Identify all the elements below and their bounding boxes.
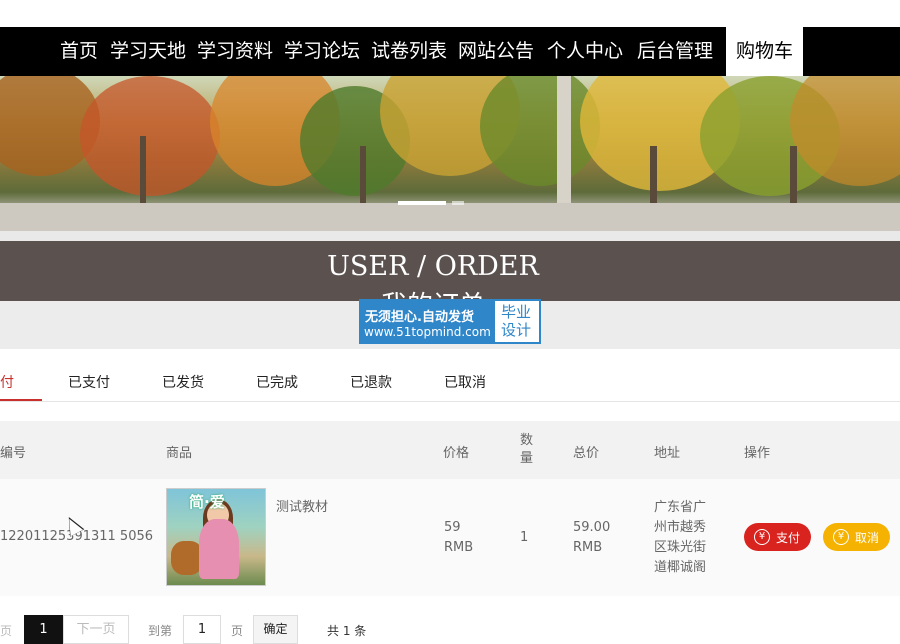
- header-total: 总价: [573, 446, 600, 461]
- header-price: 价格: [443, 446, 470, 461]
- prev-page-link[interactable]: 页: [0, 622, 12, 639]
- tab-refunded[interactable]: 已退款: [350, 372, 392, 392]
- carousel-indicator[interactable]: [452, 201, 464, 205]
- tab-paid[interactable]: 已支付: [68, 372, 110, 392]
- book-cover-figure: [199, 519, 239, 579]
- nav-item-exam-list[interactable]: 试卷列表: [371, 27, 447, 76]
- page-title-band: USER / ORDER 我的订单: [0, 241, 900, 301]
- watermark-badge: 无须担心.自动发货 www.51topmind.com 毕业设计: [359, 299, 541, 344]
- nav-item-admin[interactable]: 后台管理: [637, 27, 713, 76]
- address-line: 区珠光街: [654, 540, 707, 555]
- nav-item-user-center[interactable]: 个人中心: [547, 27, 623, 76]
- nav-item-home[interactable]: 首页: [60, 27, 98, 76]
- nav-item-forum[interactable]: 学习论坛: [284, 27, 360, 76]
- goto-page-input[interactable]: 1: [183, 615, 221, 644]
- header-qty: 数量: [520, 433, 534, 466]
- nav-item-study-materials[interactable]: 学习资料: [197, 27, 273, 76]
- tab-completed[interactable]: 已完成: [256, 372, 298, 392]
- tab-active-underline: [0, 399, 42, 401]
- address-line: 州市越秀: [654, 520, 707, 535]
- order-table-header: 编号 商品 价格 数量 总价 地址 操作: [0, 421, 900, 479]
- total-count: 共 1 条: [327, 624, 367, 638]
- nav-item-cart[interactable]: 购物车: [726, 27, 804, 76]
- page-number-current[interactable]: 1: [24, 615, 63, 644]
- product-image[interactable]: 简·爱: [166, 488, 266, 586]
- top-nav: 首页 学习天地 学习资料 学习论坛 试卷列表 网站公告 个人中心 后台管理 购物…: [0, 27, 900, 76]
- next-page-link[interactable]: 下一页: [63, 615, 129, 644]
- yen-icon: ¥: [833, 529, 849, 545]
- address-line: 道椰诚阁: [654, 560, 707, 575]
- pay-button[interactable]: ¥ 支付: [744, 523, 811, 551]
- price-value: 59: [444, 520, 461, 535]
- confirm-button[interactable]: 确定: [253, 615, 298, 644]
- header-address: 地址: [654, 446, 681, 461]
- product-name[interactable]: 测试教材: [276, 498, 328, 518]
- goto-suffix: 页: [231, 624, 244, 638]
- yen-icon: ¥: [754, 529, 770, 545]
- tab-shipped[interactable]: 已发货: [162, 372, 204, 392]
- nav-item-study-world[interactable]: 学习天地: [110, 27, 186, 76]
- total-value: 59.00: [573, 520, 611, 535]
- cancel-button-label: 取消: [855, 531, 880, 545]
- nav-item-announcements[interactable]: 网站公告: [458, 27, 534, 76]
- book-cover-title: 简·爱: [189, 493, 225, 511]
- quantity: 1: [520, 530, 529, 545]
- order-status-tabs: 支付 已支付 已发货 已完成 已退款 已取消: [0, 360, 900, 402]
- header-action: 操作: [744, 446, 771, 461]
- divider: [0, 231, 900, 241]
- watermark-line1: 无须担心.自动发货: [365, 310, 474, 325]
- price-unit: RMB: [444, 540, 474, 555]
- carousel-indicator-active[interactable]: [398, 201, 446, 205]
- page-title-en: USER / ORDER: [327, 251, 539, 282]
- header-order-no: 编号: [0, 446, 27, 461]
- pay-button-label: 支付: [776, 531, 801, 545]
- tab-cancelled[interactable]: 已取消: [444, 372, 486, 392]
- header-product: 商品: [166, 446, 193, 461]
- tab-pending-payment[interactable]: 支付: [0, 372, 14, 392]
- pagination: 页 1 下一页 到第 1 页 确定 共 1 条: [0, 615, 900, 644]
- watermark-line2: www.51topmind.com: [364, 325, 491, 339]
- total-unit: RMB: [573, 540, 603, 555]
- banner-image: [0, 76, 900, 231]
- address-line: 广东省广: [654, 500, 707, 515]
- cancel-button[interactable]: ¥ 取消: [823, 523, 890, 551]
- watermark-right: 毕业设计: [501, 303, 532, 339]
- goto-prefix: 到第: [148, 624, 173, 638]
